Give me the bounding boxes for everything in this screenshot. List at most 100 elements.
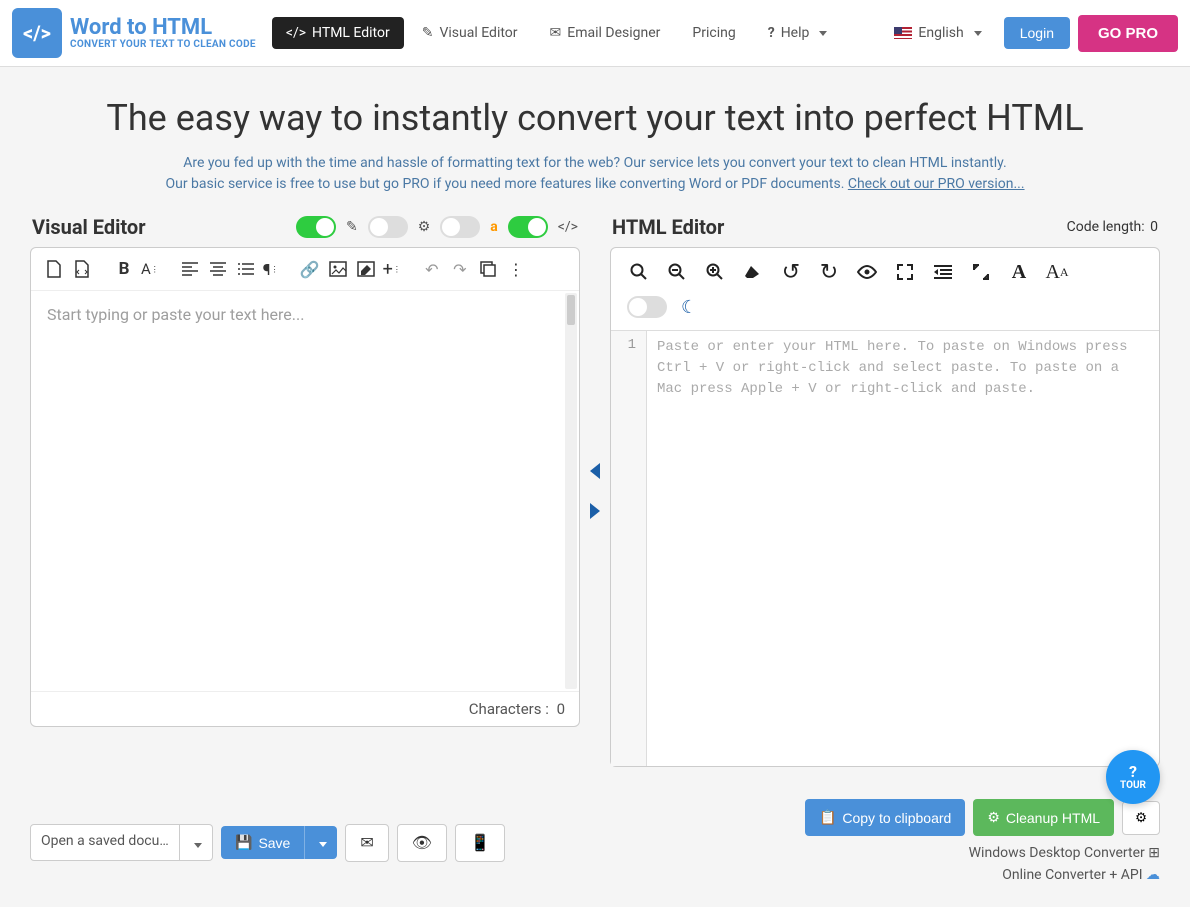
language-select[interactable]: English — [880, 17, 995, 49]
code-area[interactable]: 1 Paste or enter your HTML here. To past… — [611, 330, 1159, 766]
bottom-right: 📋 Copy to clipboard ⚙ Cleanup HTML ⚙ Win… — [805, 799, 1160, 887]
hero-line1: Are you fed up with the time and hassle … — [40, 153, 1150, 174]
preview-button[interactable]: 👁 — [397, 824, 447, 862]
gear-icon: ⚙ — [987, 809, 1000, 826]
desktop-link[interactable]: Windows Desktop Converter ⊞ — [969, 845, 1160, 861]
font-icon[interactable]: A⋮ — [141, 258, 159, 280]
font-size-icon[interactable]: AA — [1045, 260, 1069, 284]
redo-icon[interactable]: ↷ — [449, 258, 471, 280]
cleanup-html-button[interactable]: ⚙ Cleanup HTML — [973, 799, 1114, 836]
email-button[interactable]: ✉ — [345, 824, 388, 862]
scrollbar[interactable] — [565, 293, 577, 689]
bottom-bar: Open a saved docum... 💾 Save ✉ 👁 📱 📋 Cop… — [0, 787, 1190, 907]
question-icon: ? — [1129, 764, 1137, 780]
sliders-icon: ⚙ — [418, 219, 431, 235]
collapse-right[interactable] — [590, 503, 600, 519]
pilcrow-icon[interactable]: ¶⋮ — [263, 258, 279, 280]
image-icon[interactable] — [327, 258, 349, 280]
dark-mode-toggle[interactable] — [627, 296, 667, 318]
html-toolbar: ↺ ↻ A AA — [611, 248, 1159, 296]
gear-icon: ⚙ — [1135, 810, 1147, 825]
gopro-button[interactable]: GO PRO — [1078, 15, 1178, 52]
logo-subtitle: CONVERT YOUR TEXT TO CLEAN CODE — [70, 39, 256, 50]
zoom-in-icon[interactable] — [703, 260, 727, 284]
toggle-4[interactable] — [508, 216, 548, 238]
nav-pricing[interactable]: Pricing — [678, 17, 749, 49]
toggle-2[interactable] — [368, 216, 408, 238]
html-editor: ↺ ↻ A AA ☾ 1 Paste or enter your HTML he… — [610, 247, 1160, 767]
zoom-out-icon[interactable] — [665, 260, 689, 284]
collapse-left[interactable] — [590, 463, 600, 479]
save-caret[interactable] — [304, 826, 337, 859]
copy-icon: 📋 — [819, 809, 836, 826]
save-button[interactable]: 💾 Save — [221, 826, 304, 859]
envelope-icon: ✉ — [550, 25, 562, 41]
nav-visual-editor[interactable]: ✎ Visual Editor — [408, 17, 532, 49]
workspace: Visual Editor ✎ ⚙ a </> B A⋮ — [0, 215, 1190, 787]
question-icon: ? — [768, 25, 775, 41]
indent-icon[interactable] — [931, 260, 955, 284]
list-icon[interactable] — [235, 258, 257, 280]
login-button[interactable]: Login — [1004, 17, 1070, 49]
nav-right: English Login GO PRO — [880, 15, 1178, 52]
align-center-icon[interactable] — [207, 258, 229, 280]
hero: The easy way to instantly convert your t… — [0, 67, 1190, 215]
main-nav: </> HTML Editor ✎ Visual Editor ✉ Email … — [272, 17, 877, 49]
chevron-down-icon — [974, 31, 982, 36]
logo-icon: </> — [12, 8, 62, 58]
undo-icon[interactable]: ↶ — [421, 258, 443, 280]
link-icon[interactable]: 🔗 — [299, 258, 321, 280]
code-length: Code length: 0 — [1067, 219, 1158, 235]
toggle-3[interactable] — [440, 216, 480, 238]
visual-editor: B A⋮ ¶⋮ 🔗 +⋮ ↶ ↷ ⋮ Start typing or paste — [30, 247, 580, 727]
header: </> Word to HTML CONVERT YOUR TEXT TO CL… — [0, 0, 1190, 67]
visual-toolbar: B A⋮ ¶⋮ 🔗 +⋮ ↶ ↷ ⋮ — [31, 248, 579, 291]
bottom-left: Open a saved docum... 💾 Save ✉ 👁 📱 — [30, 824, 505, 862]
nav-html-editor[interactable]: </> HTML Editor — [272, 17, 404, 49]
html-toolbar-2: ☾ — [611, 296, 1159, 330]
visual-footer: Characters : 0 — [31, 691, 579, 726]
font-serif-icon[interactable]: A — [1007, 260, 1031, 284]
compress-icon[interactable] — [969, 260, 993, 284]
copy-icon[interactable] — [477, 258, 499, 280]
nav-email-designer[interactable]: ✉ Email Designer — [536, 17, 675, 49]
eraser-icon[interactable] — [741, 260, 765, 284]
api-link[interactable]: Online Converter + API ☁ — [1002, 867, 1160, 883]
code-icon: </> — [286, 25, 306, 41]
code-textarea[interactable]: Paste or enter your HTML here. To paste … — [647, 331, 1159, 766]
file-icon[interactable] — [43, 258, 65, 280]
cloud-icon: ☁ — [1146, 867, 1160, 883]
edit-icon: ✎ — [346, 219, 358, 235]
align-left-icon[interactable] — [179, 258, 201, 280]
plus-icon[interactable]: +⋮ — [383, 258, 401, 280]
code-icon: </> — [558, 219, 578, 235]
copy-clipboard-button[interactable]: 📋 Copy to clipboard — [805, 799, 965, 836]
visual-title: Visual Editor — [32, 215, 146, 239]
search-icon[interactable] — [627, 260, 651, 284]
mobile-button[interactable]: 📱 — [455, 824, 505, 862]
nav-help[interactable]: ? Help — [754, 17, 842, 49]
expand-icon[interactable] — [893, 260, 917, 284]
moon-icon: ☾ — [681, 297, 697, 318]
redo-icon[interactable]: ↻ — [817, 260, 841, 284]
html-title: HTML Editor — [612, 215, 724, 239]
open-document-select[interactable]: Open a saved docum... — [30, 824, 180, 861]
pro-link[interactable]: Check out our PRO version... — [848, 176, 1025, 192]
visual-pane: Visual Editor ✎ ⚙ a </> B A⋮ — [30, 215, 580, 767]
eye-icon[interactable] — [855, 260, 879, 284]
undo-icon[interactable]: ↺ — [779, 260, 803, 284]
chevron-down-icon — [819, 31, 827, 36]
pane-divider — [580, 215, 610, 767]
logo[interactable]: </> Word to HTML CONVERT YOUR TEXT TO CL… — [12, 8, 256, 58]
tour-button[interactable]: ? TOUR — [1106, 750, 1160, 804]
toggle-1[interactable] — [296, 216, 336, 238]
image-edit-icon[interactable] — [355, 258, 377, 280]
more-icon[interactable]: ⋮ — [505, 258, 527, 280]
visual-toggles: ✎ ⚙ a </> — [296, 216, 578, 238]
file-code-icon[interactable] — [71, 258, 93, 280]
bold-icon[interactable]: B — [113, 258, 135, 280]
open-document-caret[interactable] — [180, 824, 213, 861]
settings-button[interactable]: ⚙ — [1122, 801, 1160, 835]
flag-us-icon — [894, 27, 912, 39]
visual-textarea[interactable]: Start typing or paste your text here... — [31, 291, 579, 691]
